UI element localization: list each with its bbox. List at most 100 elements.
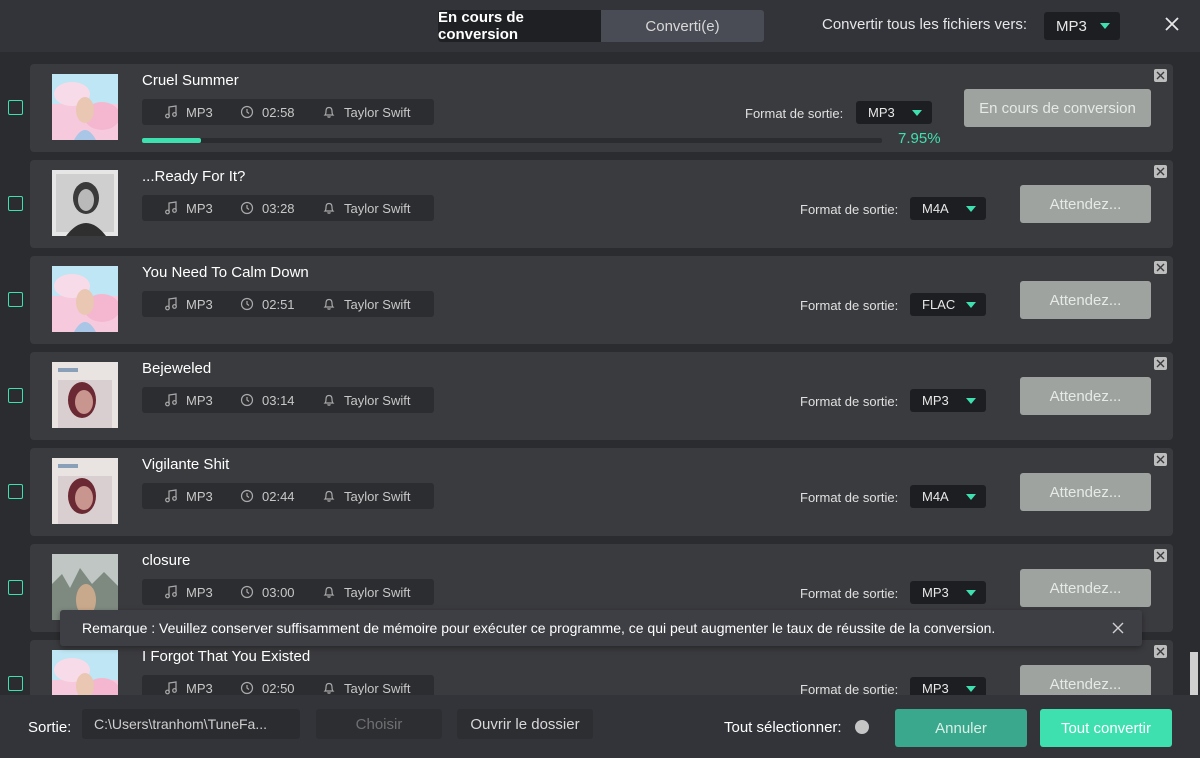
- convert-all-format-value: MP3: [1056, 17, 1087, 35]
- close-icon: [1156, 167, 1165, 176]
- artist-icon: [323, 490, 335, 502]
- source-format-text: MP3: [186, 488, 213, 504]
- waiting-status-button[interactable]: Attendez...: [1020, 473, 1151, 511]
- song-title: Vigilante Shit: [142, 456, 230, 473]
- song-checkbox[interactable]: [8, 388, 23, 403]
- song-checkbox[interactable]: [8, 580, 23, 595]
- remove-song-button[interactable]: [1154, 549, 1167, 562]
- close-window-button[interactable]: [1160, 12, 1184, 36]
- output-format-label: Format de sortie:: [800, 298, 899, 313]
- remove-song-button[interactable]: [1154, 357, 1167, 370]
- tab-converted[interactable]: Converti(e): [601, 10, 764, 42]
- convert-all-button[interactable]: Tout convertir: [1040, 709, 1172, 747]
- song-duration: 03:00: [240, 585, 322, 600]
- clock-icon: [240, 393, 254, 407]
- duration-text: 02:50: [262, 680, 295, 696]
- output-path-field[interactable]: C:\Users\tranhom\TuneFa...: [82, 709, 300, 739]
- song-checkbox[interactable]: [8, 100, 23, 115]
- top-bar: En cours de conversion Converti(e) Conve…: [0, 0, 1200, 52]
- artist-icon: [323, 682, 335, 694]
- song-row: You Need To Calm Down MP3 02:51 Taylor Swif…: [30, 256, 1173, 344]
- tab-converting[interactable]: En cours de conversion: [438, 10, 601, 42]
- close-icon: [1156, 647, 1165, 656]
- album-cover: [52, 266, 118, 332]
- clock-icon: [240, 489, 254, 503]
- output-format-select[interactable]: FLAC: [910, 293, 986, 316]
- output-format-select[interactable]: MP3: [856, 101, 932, 124]
- output-format-value: MP3: [922, 585, 949, 600]
- song-checkbox[interactable]: [8, 292, 23, 307]
- album-cover: [52, 458, 118, 524]
- source-format-text: MP3: [186, 584, 213, 600]
- waiting-status-button[interactable]: Attendez...: [1020, 281, 1151, 319]
- remove-song-button[interactable]: [1154, 165, 1167, 178]
- song-artist: Taylor Swift: [322, 297, 410, 312]
- clock-icon: [240, 201, 254, 215]
- open-folder-button[interactable]: Ouvrir le dossier: [457, 709, 593, 739]
- output-format-label: Format de sortie:: [800, 490, 899, 505]
- waiting-status-button[interactable]: Attendez...: [1020, 569, 1151, 607]
- close-icon: [1165, 17, 1179, 31]
- progress-percent: 7.95%: [898, 130, 941, 147]
- progress-fill: [142, 138, 201, 143]
- caret-down-icon: [966, 205, 976, 212]
- select-all-toggle[interactable]: [855, 720, 869, 734]
- song-artist: Taylor Swift: [322, 201, 410, 216]
- song-title: I Forgot That You Existed: [142, 648, 311, 665]
- song-checkbox[interactable]: [8, 676, 23, 691]
- cancel-button[interactable]: Annuler: [895, 709, 1027, 747]
- duration-text: 02:44: [262, 488, 295, 504]
- toast-close-button[interactable]: [1108, 618, 1128, 638]
- artist-icon: [323, 298, 335, 310]
- scrollbar-thumb[interactable]: [1190, 652, 1198, 695]
- song-artist: Taylor Swift: [322, 393, 410, 408]
- remove-song-button[interactable]: [1154, 261, 1167, 274]
- remove-song-button[interactable]: [1154, 645, 1167, 658]
- output-format-label: Format de sortie:: [800, 586, 899, 601]
- remove-song-button[interactable]: [1154, 453, 1167, 466]
- song-checkbox[interactable]: [8, 484, 23, 499]
- song-title: ...Ready For It?: [142, 168, 246, 185]
- bottom-bar: Sortie: C:\Users\tranhom\TuneFa... Chois…: [0, 695, 1200, 758]
- song-title: Bejeweled: [142, 360, 212, 377]
- caret-down-icon: [966, 685, 976, 692]
- artist-text: Taylor Swift: [344, 488, 411, 504]
- duration-text: 02:51: [262, 296, 295, 312]
- song-checkbox[interactable]: [8, 196, 23, 211]
- waiting-status-button[interactable]: Attendez...: [1020, 665, 1151, 695]
- output-format-select[interactable]: MP3: [910, 581, 986, 604]
- duration-text: 03:00: [262, 584, 295, 600]
- song-meta: MP3 02:44 Taylor Swift: [142, 483, 434, 509]
- album-cover: [52, 362, 118, 428]
- song-row: ...Ready For It? MP3 03:28 Taylor Swift Form…: [30, 160, 1173, 248]
- output-format-value: M4A: [922, 489, 949, 504]
- output-format-select[interactable]: MP3: [910, 389, 986, 412]
- song-artist: Taylor Swift: [322, 105, 410, 120]
- list-scrollbar[interactable]: [1190, 52, 1198, 695]
- clock-icon: [240, 585, 254, 599]
- output-format-value: M4A: [922, 201, 949, 216]
- music-note-icon: [165, 489, 177, 503]
- output-format-select[interactable]: M4A: [910, 485, 986, 508]
- song-meta: MP3 02:51 Taylor Swift: [142, 291, 434, 317]
- conversion-tabs: En cours de conversion Converti(e): [438, 10, 764, 42]
- artist-text: Taylor Swift: [344, 680, 411, 696]
- convert-all-format-select[interactable]: MP3: [1044, 12, 1120, 40]
- waiting-status-button[interactable]: Attendez...: [1020, 185, 1151, 223]
- waiting-status-button[interactable]: Attendez...: [1020, 377, 1151, 415]
- choose-button[interactable]: Choisir: [316, 709, 442, 739]
- song-duration: 03:28: [240, 201, 322, 216]
- output-format-label: Format de sortie:: [800, 202, 899, 217]
- source-format-text: MP3: [186, 200, 213, 216]
- memory-notice-toast: Remarque : Veuillez conserver suffisamme…: [60, 610, 1142, 646]
- output-format-select[interactable]: M4A: [910, 197, 986, 220]
- output-format-label: Format de sortie:: [745, 106, 844, 121]
- output-format-select[interactable]: MP3: [910, 677, 986, 695]
- output-format-value: MP3: [868, 105, 895, 120]
- song-duration: 02:50: [240, 680, 322, 696]
- remove-song-button[interactable]: [1154, 69, 1167, 82]
- converting-status-button[interactable]: En cours de conversion: [964, 89, 1151, 127]
- source-format: MP3: [164, 585, 240, 600]
- caret-down-icon: [966, 301, 976, 308]
- caret-down-icon: [912, 109, 922, 116]
